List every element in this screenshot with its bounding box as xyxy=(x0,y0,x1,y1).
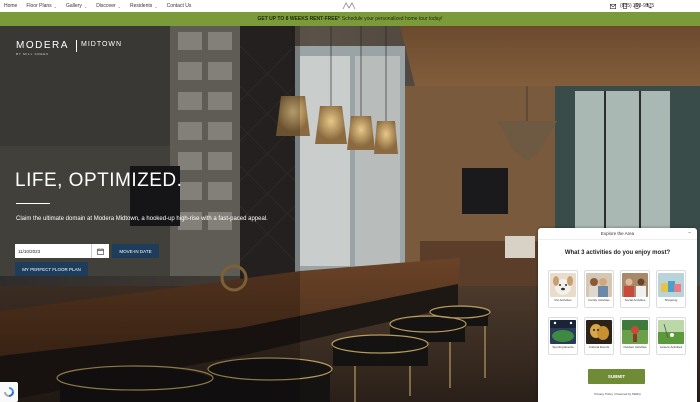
submit-button[interactable]: SUBMIT xyxy=(588,369,645,384)
masks-photo xyxy=(586,320,612,344)
widget-footer: Privacy Policy | Powered by PERQ xyxy=(538,392,697,396)
hero-headline: LIFE, OPTIMIZED. xyxy=(15,170,183,191)
activity-grid: Pet Activities Family Activities Social … xyxy=(548,270,688,355)
chevron-down-icon: ⌄ xyxy=(117,3,122,9)
outdoor-photo xyxy=(622,320,648,344)
move-in-date-input[interactable] xyxy=(15,244,91,258)
phone-number-link[interactable]: (855) 393-9975 xyxy=(620,3,654,9)
nav-contact[interactable]: Contact Us xyxy=(167,3,192,9)
activity-label: Shopping xyxy=(664,298,678,302)
top-navigation: Home Floor Plans ⌄ Gallery ⌄ Discover ⌄ Res… xyxy=(0,0,700,12)
chevron-down-icon: ⌄ xyxy=(53,3,57,9)
calendar-button[interactable] xyxy=(91,244,109,258)
floor-plan-button[interactable]: MY PERFECT FLOOR PLAN xyxy=(15,262,88,276)
modera-midtown-logo[interactable]: MODERA BY MILL CREEK MIDTOWN xyxy=(16,40,121,56)
headline-divider xyxy=(16,203,50,204)
activity-label: Cultural Events xyxy=(588,345,610,349)
recaptcha-badge[interactable] xyxy=(0,382,18,402)
mail-icon[interactable] xyxy=(610,3,616,9)
logo-location: MIDTOWN xyxy=(81,41,123,48)
logo-divider xyxy=(76,40,77,52)
modera-monogram-logo[interactable] xyxy=(341,1,357,11)
calendar-icon xyxy=(97,247,104,255)
social-photo xyxy=(622,273,648,297)
activity-card-cultural[interactable]: Cultural Events xyxy=(584,317,614,355)
activity-label: Family Activities xyxy=(588,298,610,302)
logo-wordmark: MODERA xyxy=(16,40,69,51)
activity-card-sporting[interactable]: Sporting Events xyxy=(548,317,578,355)
chevron-down-icon: ⌄ xyxy=(154,3,158,9)
privacy-policy-link[interactable]: Privacy Policy xyxy=(594,392,613,396)
nav-label: Home xyxy=(4,3,18,9)
golf-photo xyxy=(658,320,684,344)
promo-offer: GET UP TO 8 WEEKS RENT-FREE* xyxy=(257,16,340,22)
widget-question: What 3 activities do you enjoy most? xyxy=(564,250,671,256)
move-in-date-button[interactable]: MOVE-IN DATE xyxy=(112,244,159,258)
family-photo xyxy=(586,273,612,297)
promo-text: Schedule your personalized home tour tod… xyxy=(341,16,443,22)
recaptcha-icon xyxy=(4,387,14,397)
pet-photo xyxy=(550,273,576,297)
nav-floor-plans[interactable]: Floor Plans ⌄ xyxy=(26,3,57,9)
activity-label: Sporting Events xyxy=(552,345,574,349)
nav-home[interactable]: Home xyxy=(4,3,17,9)
nav-discover[interactable]: Discover ⌄ xyxy=(96,3,121,9)
nav-label: Discover xyxy=(96,3,116,9)
nav-links: Home Floor Plans ⌄ Gallery ⌄ Discover ⌄ Res… xyxy=(0,3,200,9)
activity-card-leisure[interactable]: Leisure Activities xyxy=(656,317,686,355)
widget-title: Explore the Area xyxy=(600,231,635,236)
activity-label: Outdoor Activities xyxy=(623,345,647,349)
nav-label: Gallery xyxy=(66,3,82,9)
nav-label: Floor Plans xyxy=(26,3,52,9)
activity-card-pet[interactable]: Pet Activities xyxy=(548,270,578,308)
activity-label: Social Activities xyxy=(624,298,646,302)
shopping-photo xyxy=(658,273,684,297)
minimize-icon[interactable]: – xyxy=(688,231,691,236)
powered-by-text: Powered by PERQ xyxy=(615,392,641,396)
chevron-down-icon: ⌄ xyxy=(83,3,88,9)
activity-card-outdoor[interactable]: Outdoor Activities xyxy=(620,317,650,355)
nav-label: Residents xyxy=(130,3,153,9)
widget-header: Explore the Area – xyxy=(538,228,697,240)
nav-residents[interactable]: Residents ⌄ xyxy=(130,3,158,9)
hero-tagline: Claim the ultimate domain at Modera Midt… xyxy=(16,216,268,222)
activity-card-social[interactable]: Social Activities xyxy=(620,270,650,308)
activity-card-family[interactable]: Family Activities xyxy=(584,270,614,308)
activity-label: Pet Activities xyxy=(554,298,572,302)
logo-subtitle: BY MILL CREEK xyxy=(16,52,49,56)
nav-gallery[interactable]: Gallery ⌄ xyxy=(66,3,87,9)
activity-card-shopping[interactable]: Shopping xyxy=(656,270,686,308)
activity-label: Leisure Activities xyxy=(659,345,683,349)
nav-label: Contact Us xyxy=(166,3,192,9)
stadium-photo xyxy=(550,320,576,344)
promo-banner[interactable]: GET UP TO 8 WEEKS RENT-FREE* Schedule yo… xyxy=(0,12,700,26)
